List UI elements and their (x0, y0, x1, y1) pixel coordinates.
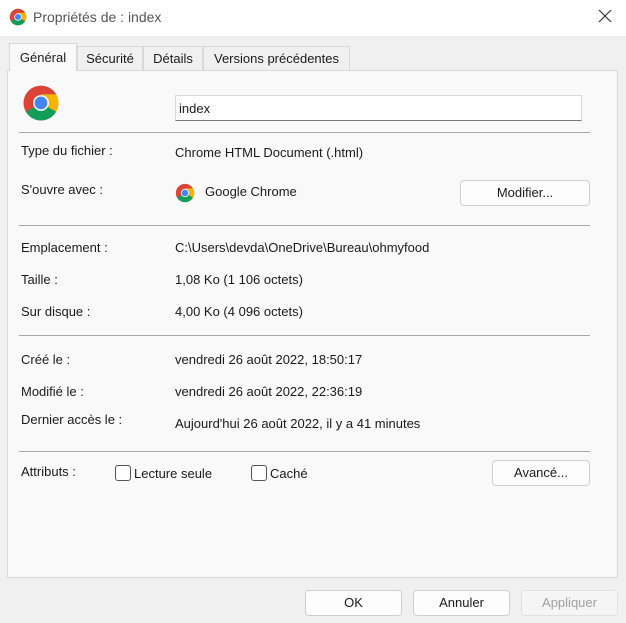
hidden-label: Caché (270, 466, 308, 481)
created-label: Créé le : (21, 352, 71, 367)
size-label: Taille : (21, 272, 58, 287)
tab-previous-versions[interactable]: Versions précédentes (203, 46, 350, 70)
change-button[interactable]: Modifier... (460, 180, 590, 206)
tab-security[interactable]: Sécurité (77, 46, 143, 70)
disk-size-label: Sur disque : (21, 304, 91, 319)
tab-general[interactable]: Général (9, 43, 77, 71)
close-icon[interactable] (596, 7, 614, 25)
file-type-label: Type du fichier : (21, 143, 113, 158)
chrome-icon (23, 85, 59, 121)
chrome-icon (175, 183, 195, 203)
hidden-checkbox[interactable] (251, 465, 267, 481)
separator (19, 451, 590, 452)
separator (19, 335, 590, 336)
window-title: Propriétés de : index (33, 9, 162, 25)
location-label: Emplacement : (21, 240, 108, 255)
disk-size-value: 4,00 Ko (4 096 octets) (175, 304, 303, 319)
readonly-checkbox[interactable] (115, 465, 131, 481)
opens-with-label: S'ouvre avec : (21, 182, 103, 197)
tab-details[interactable]: Détails (143, 46, 203, 70)
file-name-input[interactable] (175, 95, 582, 121)
apply-button[interactable]: Appliquer (521, 590, 618, 616)
modified-label: Modifié le : (21, 384, 84, 399)
accessed-label: Dernier accès le : (21, 412, 123, 427)
cancel-button[interactable]: Annuler (413, 590, 510, 616)
attributes-label: Attributs : (21, 464, 76, 479)
accessed-value: Aujourd'hui 26 août 2022, il y a 41 minu… (175, 416, 421, 431)
readonly-label: Lecture seule (134, 466, 213, 481)
size-value: 1,08 Ko (1 106 octets) (175, 272, 303, 287)
separator (19, 225, 590, 226)
separator (19, 132, 590, 133)
modified-value: vendredi 26 août 2022, 22:36:19 (175, 384, 363, 399)
file-type-value: Chrome HTML Document (.html) (175, 145, 364, 160)
title-bar: Propriétés de : index (0, 0, 626, 36)
chrome-icon (9, 8, 27, 26)
location-value: C:\Users\devda\OneDrive\Bureau\ohmyfood (175, 240, 430, 255)
advanced-button[interactable]: Avancé... (492, 460, 590, 486)
opens-with-value: Google Chrome (205, 184, 297, 199)
created-value: vendredi 26 août 2022, 18:50:17 (175, 352, 363, 367)
ok-button[interactable]: OK (305, 590, 402, 616)
